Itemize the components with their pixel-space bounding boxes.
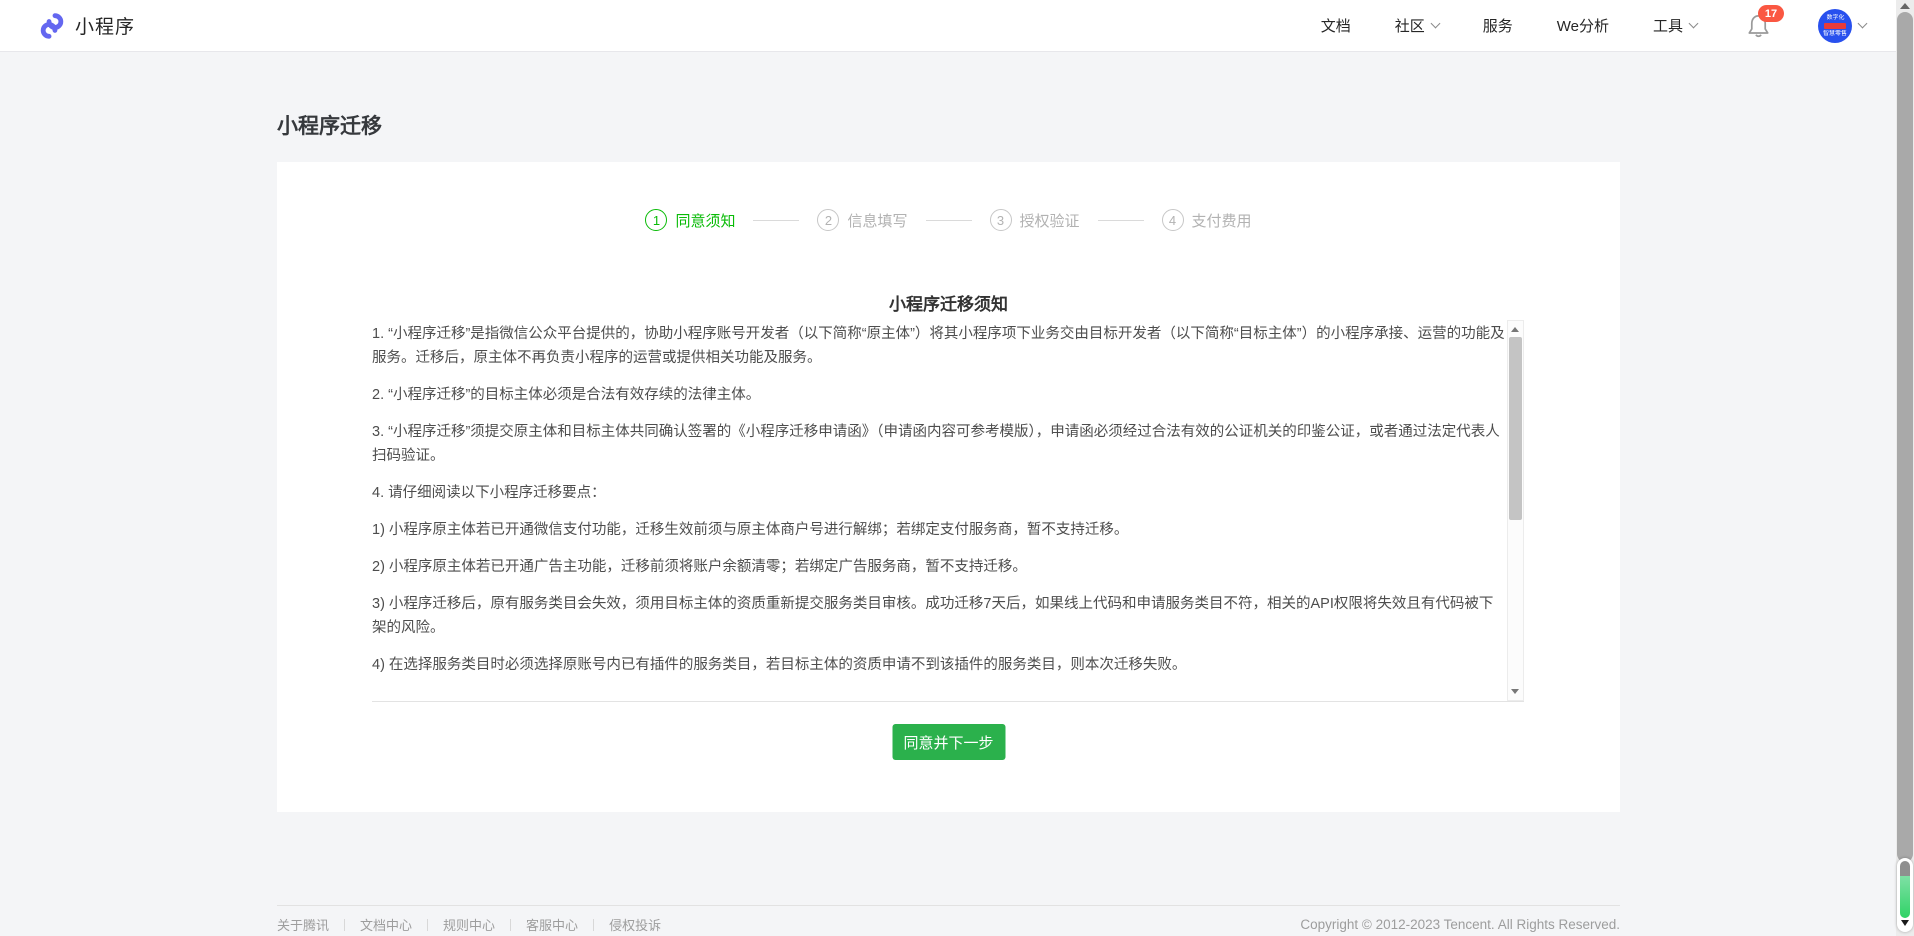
footer-link-docs-center[interactable]: 文档中心 <box>360 915 412 934</box>
notice-scrollbar-thumb[interactable] <box>1509 337 1522 520</box>
step-4-pay-fee: 4 支付费用 <box>1162 209 1252 231</box>
notice-paragraph: 4. 请仔细阅读以下小程序迁移要点： <box>372 481 1505 505</box>
scroll-down-arrow-icon[interactable] <box>1511 689 1519 694</box>
nav-services[interactable]: 服务 <box>1483 15 1513 36</box>
notice-paragraph: 3) 小程序迁移后，原有服务类目会失效，须用目标主体的资质重新提交服务类目审核。… <box>372 592 1505 640</box>
notification-badge: 17 <box>1758 5 1784 22</box>
chevron-down-icon <box>1689 19 1699 29</box>
notice-paragraph: 1) 小程序原主体若已开通微信支付功能，迁移生效前须与原主体商户号进行解绑；若绑… <box>372 518 1505 542</box>
step-number: 3 <box>990 209 1012 231</box>
step-label: 信息填写 <box>847 210 907 231</box>
page-scrollbar[interactable] <box>1896 0 1914 936</box>
footer-link-infringement-complaint[interactable]: 侵权投诉 <box>609 915 661 934</box>
nav-docs[interactable]: 文档 <box>1321 15 1351 36</box>
divider <box>344 919 345 931</box>
nav-community[interactable]: 社区 <box>1395 15 1439 36</box>
step-connector <box>753 220 799 221</box>
scroll-down-arrow-icon[interactable] <box>1901 920 1909 926</box>
copyright-text: Copyright © 2012-2023 Tencent. All Right… <box>1300 917 1620 932</box>
divider <box>593 919 594 931</box>
page: 小程序 文档 社区 服务 We分析 工具 17 数字化 <box>0 0 1914 936</box>
step-number: 2 <box>817 209 839 231</box>
notice-scrollbar[interactable] <box>1507 320 1524 701</box>
brand-title: 小程序 <box>75 12 135 39</box>
chevron-down-icon <box>1858 19 1868 29</box>
brand-home-link[interactable]: 小程序 <box>38 12 135 40</box>
footer-divider <box>277 905 1620 906</box>
step-label: 同意须知 <box>675 210 735 231</box>
top-navigation-bar: 小程序 文档 社区 服务 We分析 工具 17 数字化 <box>0 0 1914 52</box>
divider <box>510 919 511 931</box>
step-label: 授权验证 <box>1020 210 1080 231</box>
step-label: 支付费用 <box>1192 210 1252 231</box>
notifications-button[interactable]: 17 <box>1747 13 1770 38</box>
footer-link-rules-center[interactable]: 规则中心 <box>443 915 495 934</box>
footer: 关于腾讯 文档中心 规则中心 客服中心 侵权投诉 Copyright © 201… <box>277 915 1620 934</box>
agree-next-button[interactable]: 同意并下一步 <box>892 724 1005 760</box>
step-number: 1 <box>645 209 667 231</box>
notice-title: 小程序迁移须知 <box>277 290 1620 315</box>
wizard-stepper: 1 同意须知 2 信息填写 3 授权验证 4 支付费用 <box>277 209 1620 231</box>
widget-green-indicator <box>1900 876 1910 918</box>
footer-link-about-tencent[interactable]: 关于腾讯 <box>277 915 329 934</box>
avatar: 数字化 智慧零售 <box>1818 9 1852 43</box>
notice-paragraph: 3. “小程序迁移”须提交原主体和目标主体共同确认签署的《小程序迁移申请函》（申… <box>372 420 1505 468</box>
notice-scroll-area[interactable]: 1. “小程序迁移”是指微信公众平台提供的，协助小程序账号开发者（以下简称“原主… <box>372 320 1524 702</box>
scroll-up-arrow-icon[interactable] <box>1511 327 1519 332</box>
notice-paragraph: 4) 在选择服务类目时必须选择原账号内已有插件的服务类目，若目标主体的资质申请不… <box>372 653 1505 677</box>
step-3-auth-verify: 3 授权验证 <box>990 209 1080 231</box>
page-title: 小程序迁移 <box>277 110 382 140</box>
avatar-red-band <box>1824 23 1846 29</box>
step-connector <box>926 220 972 221</box>
page-scrollbar-thumb[interactable] <box>1897 12 1913 862</box>
migration-card: 1 同意须知 2 信息填写 3 授权验证 4 支付费用 小程序迁移须知 1. <box>277 162 1620 812</box>
step-2-fill-info: 2 信息填写 <box>817 209 907 231</box>
notice-paragraph: 1. “小程序迁移”是指微信公众平台提供的，协助小程序账号开发者（以下简称“原主… <box>372 322 1505 370</box>
notice-text: 1. “小程序迁移”是指微信公众平台提供的，协助小程序账号开发者（以下简称“原主… <box>372 320 1505 701</box>
account-menu[interactable]: 数字化 智慧零售 <box>1818 9 1866 43</box>
notice-paragraph: 2. “小程序迁移”的目标主体必须是合法有效存续的法律主体。 <box>372 383 1505 407</box>
scroll-up-arrow-icon[interactable] <box>1900 3 1910 9</box>
miniprogram-logo-icon <box>38 12 66 40</box>
step-1-agree-notice: 1 同意须知 <box>645 209 735 231</box>
widget-gray-cap <box>1900 861 1910 876</box>
nav-tools[interactable]: 工具 <box>1653 15 1697 36</box>
nav-we-analytics[interactable]: We分析 <box>1557 15 1609 36</box>
step-connector <box>1098 220 1144 221</box>
scrollbar-bottom-widget[interactable] <box>1897 858 1913 932</box>
chevron-down-icon <box>1430 19 1440 29</box>
divider <box>427 919 428 931</box>
step-number: 4 <box>1162 209 1184 231</box>
footer-link-support-center[interactable]: 客服中心 <box>526 915 578 934</box>
main-nav: 文档 社区 服务 We分析 工具 17 数字化 智慧零售 <box>1321 9 1866 43</box>
notice-paragraph: 2) 小程序原主体若已开通广告主功能，迁移前须将账户余额清零；若绑定广告服务商，… <box>372 555 1505 579</box>
